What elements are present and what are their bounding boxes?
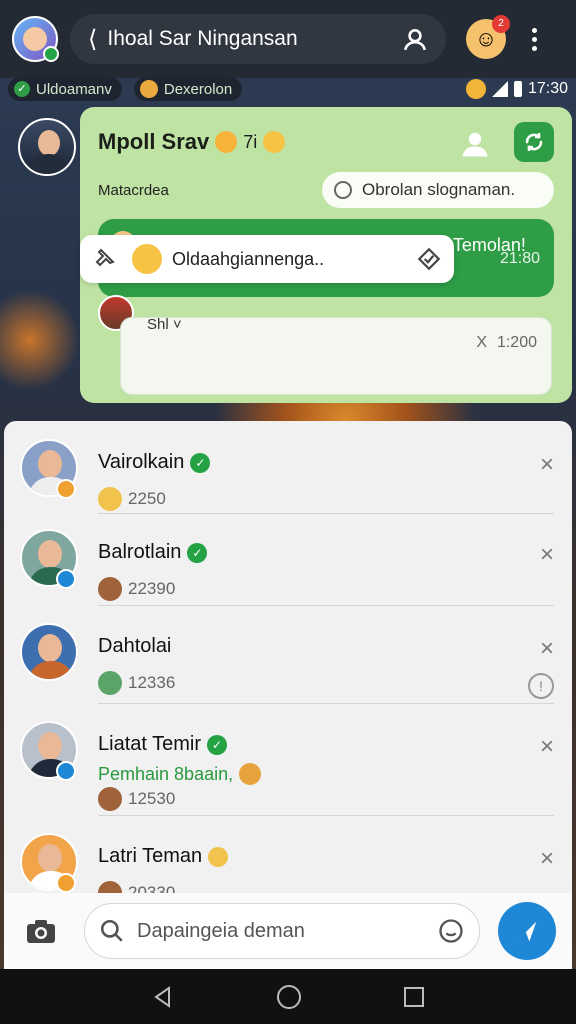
system-nav-bar [0, 969, 576, 1024]
reply-box: Shl ˅ X 1:200 [120, 316, 552, 395]
reply-close-icon[interactable]: X [476, 334, 487, 352]
emoji-icon[interactable] [132, 244, 162, 274]
sync-button[interactable] [514, 122, 554, 162]
list-item[interactable]: Balrotlain ✓ 22390 × [4, 519, 572, 615]
search-placeholder: Dapaingeia deman [137, 919, 305, 942]
add-person-icon[interactable] [460, 129, 490, 159]
friend-list-panel: Vairolkain ✓ 2250 × Balrotlain ✓ 22390 × D… [4, 421, 572, 905]
game-icon [98, 577, 122, 601]
close-icon[interactable]: × [540, 733, 554, 761]
game-icon [98, 671, 122, 695]
signal-icon [491, 81, 508, 97]
camera-icon[interactable] [26, 918, 56, 944]
laugh-icon [263, 131, 286, 153]
reply-label[interactable]: Shl ˅ [147, 316, 182, 333]
pin-icon[interactable] [92, 247, 116, 271]
avatar [20, 623, 78, 681]
friend-name: Vairolkain [98, 451, 185, 473]
close-icon[interactable]: × [540, 635, 554, 663]
clock: 17:30 [527, 80, 568, 97]
friend-name: Balrotlain [98, 541, 182, 563]
contact-name-row: Mpoll Srav 7i [98, 129, 286, 155]
status-strip: ✓ Uldoamanv Dexerolon 17:30 [0, 76, 576, 102]
person-icon[interactable] [402, 26, 428, 52]
game-icon [98, 787, 122, 811]
list-item[interactable]: Liatat Temir ✓ Pemhain 8baain, 12530 × [4, 711, 572, 811]
compose-bar[interactable]: Oldaahgiannenga.. [80, 235, 454, 283]
contact-avatar[interactable] [18, 118, 76, 176]
friend-meta: 22390 [128, 579, 176, 598]
check-icon: ✓ [14, 81, 30, 97]
list-item[interactable]: Dahtolai 12336 × ! [4, 613, 572, 709]
friend-name: Latri Teman [98, 845, 203, 867]
sync-icon [525, 133, 543, 151]
emoji-icon [98, 487, 122, 511]
status-chip-2[interactable]: Dexerolon [133, 77, 243, 101]
friend-status: Pemhain 8baain, [98, 763, 234, 784]
verified-icon: ✓ [187, 542, 208, 563]
close-icon[interactable]: × [540, 845, 554, 873]
nav-home-icon[interactable] [276, 984, 302, 1010]
emoji-status-icon [465, 79, 486, 99]
bottom-input-bar: Dapaingeia deman [4, 893, 572, 969]
friend-meta: 2250 [128, 489, 166, 508]
status-chip-1[interactable]: ✓ Uldoamanv [8, 77, 122, 101]
friend-name: Dahtolai [98, 635, 172, 657]
badge-icon [56, 569, 76, 589]
sticker-icon[interactable] [437, 917, 465, 945]
badge-icon [56, 761, 76, 781]
back-icon[interactable]: ⟨ [88, 25, 97, 54]
smile-icon [208, 846, 229, 867]
divider [98, 703, 554, 704]
friend-meta: 12336 [128, 673, 176, 692]
divider [98, 815, 554, 816]
heart-eyes-icon [215, 131, 238, 153]
friend-name: Liatat Temir [98, 733, 202, 755]
message-time: 21:80 [499, 250, 540, 267]
friend-meta: 12530 [128, 789, 176, 808]
conversation-title-pill[interactable]: ⟨ Ihoal Sar Ningansan [70, 14, 446, 64]
list-item[interactable]: Vairolkain ✓ 2250 × [4, 429, 572, 525]
verified-icon: ✓ [207, 734, 228, 755]
tag-icon[interactable] [416, 246, 442, 272]
notification-badge: 2 [492, 15, 510, 33]
badge-icon [56, 479, 76, 499]
nav-back-icon[interactable] [151, 985, 175, 1009]
send-button[interactable] [498, 902, 556, 960]
search-icon [100, 919, 123, 942]
info-icon[interactable]: ! [528, 673, 554, 699]
pot-icon [239, 763, 262, 785]
more-options-icon[interactable] [526, 27, 542, 51]
conversation-title: Ihoal Sar Ningansan [107, 27, 298, 50]
top-bar: ⟨ Ihoal Sar Ningansan ☺ 2 [0, 0, 576, 78]
badge-icon [56, 873, 76, 893]
system-status: 17:30 [465, 79, 568, 99]
search-input[interactable]: Dapaingeia deman [84, 903, 480, 959]
online-dot [43, 46, 59, 62]
sticker-button[interactable]: ☺ 2 [466, 15, 510, 59]
contact-name: Mpoll Srav [98, 129, 210, 154]
nav-recents-icon[interactable] [403, 986, 425, 1008]
emoji-icon [139, 80, 158, 98]
battery-icon [513, 81, 522, 97]
close-icon[interactable]: × [540, 451, 554, 479]
smiley-icon [334, 181, 352, 199]
contact-badge: 7i [243, 131, 258, 152]
divider [98, 605, 554, 606]
compose-text: Oldaahgiannenga.. [172, 248, 325, 269]
profile-avatar[interactable] [12, 16, 59, 62]
close-icon[interactable]: × [540, 541, 554, 569]
divider [98, 513, 554, 514]
chat-pill-button[interactable]: Obrolan slognaman. [322, 172, 554, 208]
chat-subtitle: Matacrdea [98, 182, 169, 199]
reply-time: 1:200 [496, 334, 537, 351]
verified-icon: ✓ [190, 452, 211, 473]
send-icon [517, 921, 537, 942]
